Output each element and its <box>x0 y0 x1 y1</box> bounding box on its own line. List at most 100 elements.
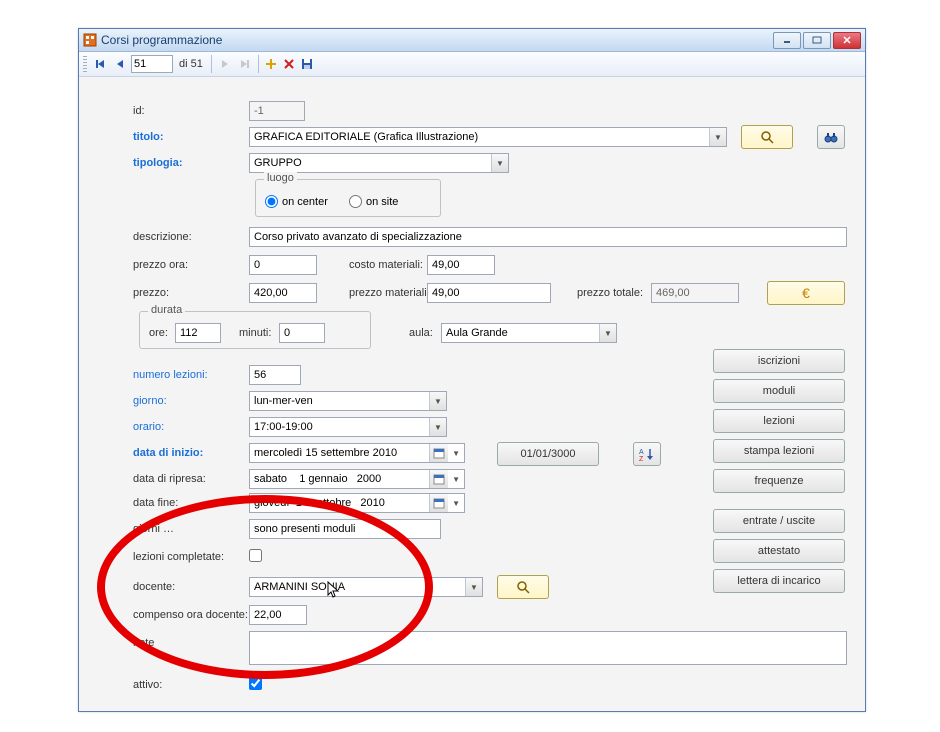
prezzo-materiali-label: prezzo materiali: <box>349 287 430 299</box>
prezzo-totale-field <box>651 283 739 303</box>
aula-combo[interactable]: Aula Grande▼ <box>441 323 617 343</box>
costo-materiali-field[interactable] <box>427 255 495 275</box>
aula-label: aula: <box>409 327 433 339</box>
binoculars-icon <box>823 130 839 144</box>
nav-total-label: di 51 <box>175 58 207 70</box>
orario-label: orario: <box>133 421 164 433</box>
ore-field[interactable] <box>175 323 221 343</box>
save-icon[interactable] <box>299 56 315 72</box>
main-window: Corsi programmazione di 51 id: titolo: G… <box>78 28 866 712</box>
calendar-icon <box>429 444 448 462</box>
on-site-radio[interactable]: on site <box>349 195 398 208</box>
nav-prev-button[interactable] <box>111 55 129 73</box>
giorno-label: giorno: <box>133 395 167 407</box>
svg-text:A: A <box>639 449 644 456</box>
prezzo-ora-label: prezzo ora: <box>133 259 188 271</box>
lezioni-button[interactable]: lezioni <box>713 409 845 433</box>
sort-button[interactable]: A Z <box>633 442 661 466</box>
nav-next-button[interactable] <box>216 55 234 73</box>
compenso-field[interactable] <box>249 605 307 625</box>
orario-combo[interactable]: 17:00-19:00▼ <box>249 417 447 437</box>
giorno-combo[interactable]: lun-mer-ven▼ <box>249 391 447 411</box>
on-center-radio[interactable]: on center <box>265 195 328 208</box>
id-label: id: <box>133 105 145 117</box>
find-all-button[interactable] <box>817 125 845 149</box>
titolo-label: titolo: <box>133 131 164 143</box>
docente-label: docente: <box>133 581 175 593</box>
tipologia-label: tipologia: <box>133 157 183 169</box>
lettera-incarico-button[interactable]: lettera di incarico <box>713 569 845 593</box>
nav-first-button[interactable] <box>91 55 109 73</box>
descrizione-label: descrizione: <box>133 231 192 243</box>
chevron-down-icon: ▼ <box>599 324 616 342</box>
close-button[interactable] <box>833 32 861 49</box>
minimize-button[interactable] <box>773 32 801 49</box>
prezzo-materiali-field[interactable] <box>427 283 551 303</box>
attestato-button[interactable]: attestato <box>713 539 845 563</box>
numero-lezioni-field[interactable] <box>249 365 301 385</box>
prezzo-field[interactable] <box>249 283 317 303</box>
prezzo-totale-label: prezzo totale: <box>577 287 643 299</box>
id-field <box>249 101 305 121</box>
moduli-button[interactable]: moduli <box>713 379 845 403</box>
euro-icon: € <box>802 285 810 301</box>
date-reset-button[interactable]: 01/01/3000 <box>497 442 599 466</box>
titolo-combo[interactable]: GRAFICA EDITORIALE (Grafica Illustrazion… <box>249 127 727 147</box>
calendar-icon <box>429 470 448 488</box>
chevron-down-icon: ▼ <box>429 418 446 436</box>
chevron-down-icon: ▼ <box>465 578 482 596</box>
data-ripresa-label: data di ripresa: <box>133 473 206 485</box>
prezzo-ora-field[interactable] <box>249 255 317 275</box>
nav-last-button[interactable] <box>236 55 254 73</box>
svg-text:Z: Z <box>639 456 644 461</box>
toolbar-grip <box>83 56 87 72</box>
iscrizioni-button[interactable]: iscrizioni <box>713 349 845 373</box>
magnifier-icon <box>760 130 774 144</box>
sort-icon: A Z <box>639 447 655 461</box>
note-field[interactable] <box>249 631 847 665</box>
lezioni-completate-checkbox[interactable] <box>249 549 262 562</box>
data-inizio-label: data di inizio: <box>133 447 203 459</box>
compenso-label: compenso ora docente: <box>133 609 248 621</box>
durata-grouplabel: durata <box>148 304 185 316</box>
luogo-grouplabel: luogo <box>264 172 297 184</box>
titolo-search-button[interactable] <box>741 125 793 149</box>
giorni-moduli-field[interactable] <box>249 519 441 539</box>
lezioni-completate-label: lezioni completate: <box>133 551 224 563</box>
euro-button[interactable]: € <box>767 281 845 305</box>
stampa-lezioni-button[interactable]: stampa lezioni <box>713 439 845 463</box>
docente-combo[interactable]: ARMANINI SONIA▼ <box>249 577 483 597</box>
chevron-down-icon: ▼ <box>429 392 446 410</box>
numero-lezioni-label: numero lezioni: <box>133 369 208 381</box>
window-title: Corsi programmazione <box>101 33 773 47</box>
maximize-button[interactable] <box>803 32 831 49</box>
note-label: note <box>133 637 154 649</box>
ore-label: ore: <box>149 327 168 339</box>
titlebar: Corsi programmazione <box>79 29 865 52</box>
chevron-down-icon: ▼ <box>709 128 726 146</box>
form-area: id: titolo: GRAFICA EDITORIALE (Grafica … <box>79 77 865 711</box>
tipologia-combo[interactable]: GRUPPO▼ <box>249 153 509 173</box>
magnifier-icon <box>516 580 530 594</box>
chevron-down-icon: ▼ <box>448 449 464 458</box>
nav-position-input[interactable] <box>131 55 173 73</box>
entrate-uscite-button[interactable]: entrate / uscite <box>713 509 845 533</box>
delete-icon[interactable] <box>281 56 297 72</box>
frequenze-button[interactable]: frequenze <box>713 469 845 493</box>
giorni-moduli-label: giorni … <box>133 523 174 535</box>
data-fine-picker[interactable]: giovedì 14 ottobre 2010 ▼ <box>249 493 465 513</box>
data-ripresa-picker[interactable]: sabato 1 gennaio 2000 ▼ <box>249 469 465 489</box>
add-new-icon[interactable] <box>263 56 279 72</box>
docente-search-button[interactable] <box>497 575 549 599</box>
chevron-down-icon: ▼ <box>448 475 464 484</box>
attivo-label: attivo: <box>133 679 162 691</box>
costo-materiali-label: costo materiali: <box>349 259 423 271</box>
chevron-down-icon: ▼ <box>491 154 508 172</box>
attivo-checkbox[interactable] <box>249 677 262 690</box>
data-fine-label: data fine: <box>133 497 178 509</box>
data-inizio-picker[interactable]: mercoledì 15 settembre 2010 ▼ <box>249 443 465 463</box>
prezzo-label: prezzo: <box>133 287 169 299</box>
minuti-field[interactable] <box>279 323 325 343</box>
descrizione-field[interactable] <box>249 227 847 247</box>
minuti-label: minuti: <box>239 327 271 339</box>
